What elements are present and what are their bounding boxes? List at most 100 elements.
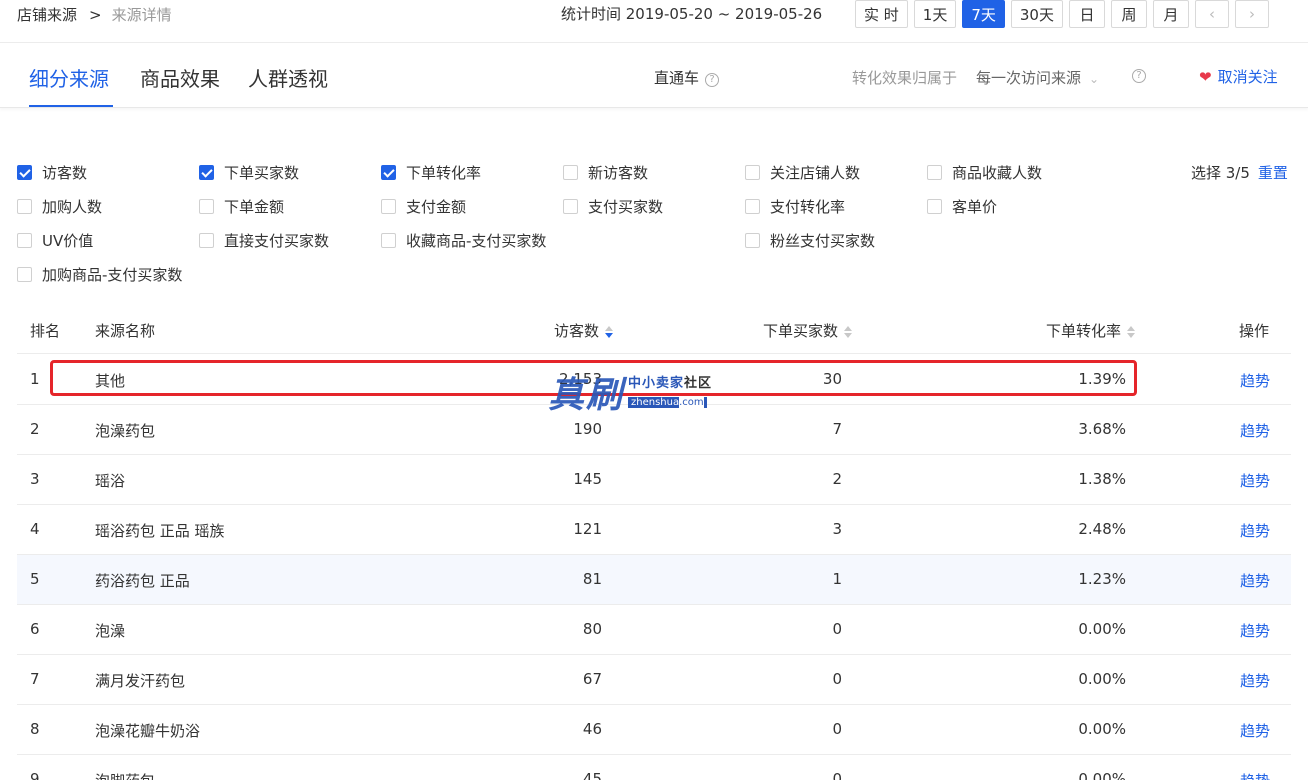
metric-checkbox-fav-pay-buyers[interactable]: 收藏商品-支付买家数	[381, 230, 546, 251]
checkbox-empty-icon	[563, 199, 578, 214]
row-rank: 8	[30, 720, 40, 738]
row-trend-link[interactable]: 趋势	[1240, 770, 1270, 780]
attribution-label: 转化效果归属于	[852, 69, 958, 87]
metric-label: 访客数	[42, 164, 88, 182]
breadcrumb-parent-link[interactable]: 店铺来源	[17, 6, 77, 24]
attribution-value: 每一次访问来源	[976, 69, 1082, 87]
tab-audience-insight[interactable]: 人群透视	[248, 63, 328, 92]
metric-checkbox-direct-pay-buyers[interactable]: 直接支付买家数	[199, 230, 329, 251]
checkbox-empty-icon	[17, 267, 32, 282]
row-visitors: 145	[573, 470, 602, 488]
metric-checkbox-item-favorites[interactable]: 商品收藏人数	[927, 162, 1042, 183]
col-header-order-buyers[interactable]: 下单买家数	[763, 320, 853, 341]
row-order-rate: 0.00%	[1078, 670, 1126, 688]
row-trend-link[interactable]: 趋势	[1240, 370, 1270, 391]
metric-checkbox-order-amount[interactable]: 下单金额	[199, 196, 284, 217]
checkbox-empty-icon	[563, 165, 578, 180]
time-btn-7days[interactable]: 7天	[962, 0, 1005, 28]
row-source-name: 满月发汗药包	[95, 672, 186, 690]
row-source-name: 药浴药包 正品	[95, 572, 190, 590]
next-period-chevron-right-icon[interactable]: ›	[1234, 0, 1269, 28]
row-rank: 4	[30, 520, 40, 538]
attribution-help-circle-icon[interactable]: ?	[1132, 69, 1146, 83]
selection-count: 选择 3/5 重置	[1191, 162, 1288, 183]
time-btn-week[interactable]: 周	[1110, 0, 1147, 28]
sort-icon	[1127, 325, 1136, 338]
time-btn-month[interactable]: 月	[1152, 0, 1189, 28]
time-btn-1day[interactable]: 1天	[913, 0, 957, 28]
metric-checkbox-shop-followers[interactable]: 关注店铺人数	[745, 162, 860, 183]
row-visitors: 121	[573, 520, 602, 538]
metric-label: 下单买家数	[224, 164, 300, 182]
tab-segment-source[interactable]: 细分来源	[29, 63, 109, 92]
annotation-highlight-box	[50, 360, 1137, 396]
row-trend-link[interactable]: 趋势	[1240, 720, 1270, 741]
checkbox-checked-icon	[17, 165, 32, 180]
metric-checkbox-avg-order-value[interactable]: 客单价	[927, 196, 997, 217]
table-row: 5 药浴药包 正品 81 1 1.23% 趋势	[17, 555, 1291, 605]
row-order-buyers: 2	[832, 470, 842, 488]
checkbox-empty-icon	[381, 233, 396, 248]
row-trend-link[interactable]: 趋势	[1240, 520, 1270, 541]
unfollow-button[interactable]: ❤ 取消关注	[1199, 66, 1278, 87]
metric-checkbox-cart-users[interactable]: 加购人数	[17, 196, 102, 217]
top-bar: 店铺来源 > 来源详情 统计时间 2019-05-20 ~ 2019-05-26 实…	[0, 0, 1308, 43]
col-header-visitors-label: 访客数	[554, 322, 600, 340]
row-order-buyers: 0	[832, 670, 842, 688]
row-order-rate: 0.00%	[1078, 620, 1126, 638]
metric-label: 支付买家数	[588, 198, 664, 216]
col-header-visitors[interactable]: 访客数	[554, 320, 614, 341]
breadcrumb-separator: >	[89, 6, 102, 24]
row-source-name: 泡澡花瓣牛奶浴	[95, 722, 201, 740]
metric-checkbox-order-rate[interactable]: 下单转化率	[381, 162, 481, 183]
stat-time-range: 统计时间 2019-05-20 ~ 2019-05-26	[561, 5, 823, 23]
metric-checkbox-pay-amount[interactable]: 支付金额	[381, 196, 466, 217]
row-trend-link[interactable]: 趋势	[1240, 470, 1270, 491]
time-btn-realtime[interactable]: 实 时	[855, 0, 908, 28]
reset-link[interactable]: 重置	[1258, 164, 1288, 182]
table-row: 9 泡脚药包 45 0 0.00% 趋势	[17, 755, 1291, 780]
row-visitors: 81	[582, 570, 602, 588]
row-order-rate: 0.00%	[1078, 770, 1126, 780]
help-circle-icon[interactable]: ?	[705, 73, 720, 87]
metric-checkbox-visitors[interactable]: 访客数	[17, 162, 87, 183]
time-btn-day[interactable]: 日	[1068, 0, 1105, 28]
metric-checkbox-new-visitors[interactable]: 新访客数	[563, 162, 648, 183]
row-visitors: 67	[582, 670, 602, 688]
metric-checkbox-cart-pay-buyers[interactable]: 加购商品-支付买家数	[17, 264, 182, 285]
metric-checkbox-order-buyers[interactable]: 下单买家数	[199, 162, 299, 183]
row-trend-link[interactable]: 趋势	[1240, 420, 1270, 441]
row-order-rate: 2.48%	[1078, 520, 1126, 538]
checkbox-empty-icon	[745, 199, 760, 214]
row-visitors: 45	[582, 770, 602, 780]
table-row: 8 泡澡花瓣牛奶浴 46 0 0.00% 趋势	[17, 705, 1291, 755]
metric-checkbox-pay-rate[interactable]: 支付转化率	[745, 196, 845, 217]
metric-label: 收藏商品-支付买家数	[406, 232, 547, 250]
row-rank: 5	[30, 570, 40, 588]
checkbox-empty-icon	[199, 233, 214, 248]
row-trend-link[interactable]: 趋势	[1240, 670, 1270, 691]
row-source-name: 泡脚药包	[95, 770, 155, 780]
row-trend-link[interactable]: 趋势	[1240, 620, 1270, 641]
heart-icon: ❤	[1199, 68, 1212, 86]
time-btn-30days[interactable]: 30天	[1010, 0, 1063, 28]
prev-period-chevron-left-icon[interactable]: ‹	[1194, 0, 1229, 28]
col-header-rate-label: 下单转化率	[1046, 322, 1122, 340]
chevron-down-icon: ⌄	[1089, 72, 1100, 86]
metric-checkbox-fan-pay-buyers[interactable]: 粉丝支付买家数	[745, 230, 875, 251]
row-rank: 7	[30, 670, 40, 688]
checkbox-empty-icon	[381, 199, 396, 214]
row-source-name: 瑶浴药包 正品 瑶族	[95, 522, 225, 540]
row-order-buyers: 7	[832, 420, 842, 438]
breadcrumb-current: 来源详情	[111, 6, 172, 24]
breadcrumb: 店铺来源 > 来源详情	[17, 4, 172, 25]
col-header-buyers-label: 下单买家数	[763, 322, 839, 340]
row-trend-link[interactable]: 趋势	[1240, 570, 1270, 591]
attribution-select[interactable]: 每一次访问来源 ⌄	[976, 67, 1099, 88]
col-header-order-rate[interactable]: 下单转化率	[1046, 320, 1136, 341]
active-tab-underline	[29, 105, 113, 107]
metric-checkbox-uv-value[interactable]: UV价值	[17, 230, 93, 251]
metric-checkbox-pay-buyers[interactable]: 支付买家数	[563, 196, 663, 217]
unfollow-label: 取消关注	[1217, 68, 1278, 86]
tab-product-effect[interactable]: 商品效果	[140, 63, 220, 92]
